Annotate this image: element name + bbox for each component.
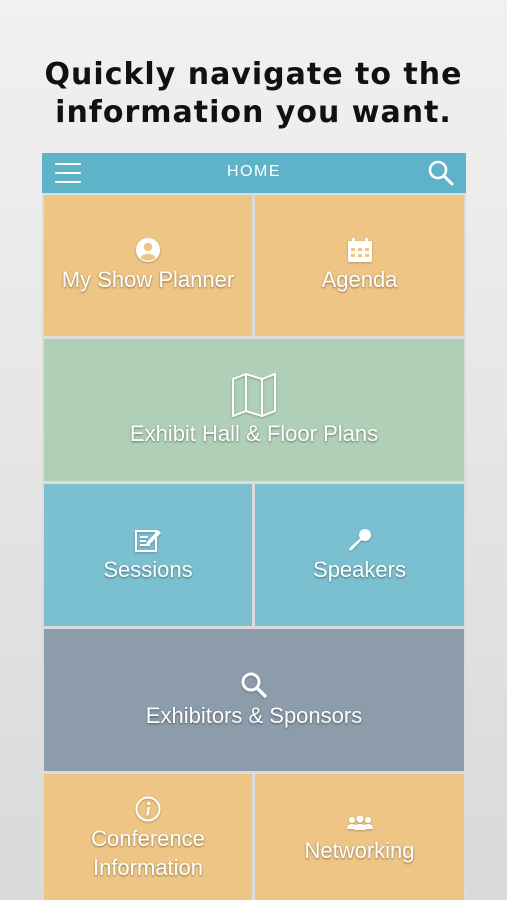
map-icon xyxy=(232,372,276,417)
search-icon[interactable] xyxy=(427,159,455,187)
nav-title: HOME xyxy=(227,163,281,180)
app-screen: HOME My Show Planner Agenda Exhibit Hall… xyxy=(42,153,466,900)
tile-label: Exhibit Hall & Floor Plans xyxy=(129,420,379,446)
tile-conference-information[interactable]: Conference Information xyxy=(44,774,252,900)
calendar-icon xyxy=(347,238,372,262)
headline-line-2: information you want. xyxy=(55,95,452,130)
tile-exhibitors-sponsors[interactable]: Exhibitors & Sponsors xyxy=(44,629,464,771)
tile-label: My Show Planner xyxy=(61,267,235,292)
nav-bar: HOME xyxy=(42,153,466,193)
tile-exhibit-hall-floor-plans[interactable]: Exhibit Hall & Floor Plans xyxy=(44,339,464,481)
promo-headline: Quickly navigate to the information you … xyxy=(0,56,507,132)
tile-label: Networking xyxy=(304,837,415,863)
tile-label: Sessions xyxy=(103,556,193,582)
people-icon xyxy=(346,814,373,830)
search-icon xyxy=(241,672,267,698)
tile-networking[interactable]: Networking xyxy=(255,774,464,900)
tile-speakers[interactable]: Speakers xyxy=(255,484,464,626)
info-icon xyxy=(135,796,161,822)
tile-label-line-1: Conference xyxy=(91,826,205,851)
microphone-icon xyxy=(348,528,371,550)
tile-label-line-2: Information xyxy=(92,855,204,880)
tile-label: Agenda xyxy=(321,267,398,292)
edit-icon xyxy=(135,529,161,552)
tile-sessions[interactable]: Sessions xyxy=(44,484,252,626)
tile-label: Speakers xyxy=(313,556,406,582)
tile-label: Exhibitors & Sponsors xyxy=(145,702,363,728)
user-icon xyxy=(136,238,160,262)
tile-agenda[interactable]: Agenda xyxy=(255,195,464,336)
tile-my-show-planner[interactable]: My Show Planner xyxy=(44,195,252,336)
headline-line-1: Quickly navigate to the xyxy=(44,57,463,92)
